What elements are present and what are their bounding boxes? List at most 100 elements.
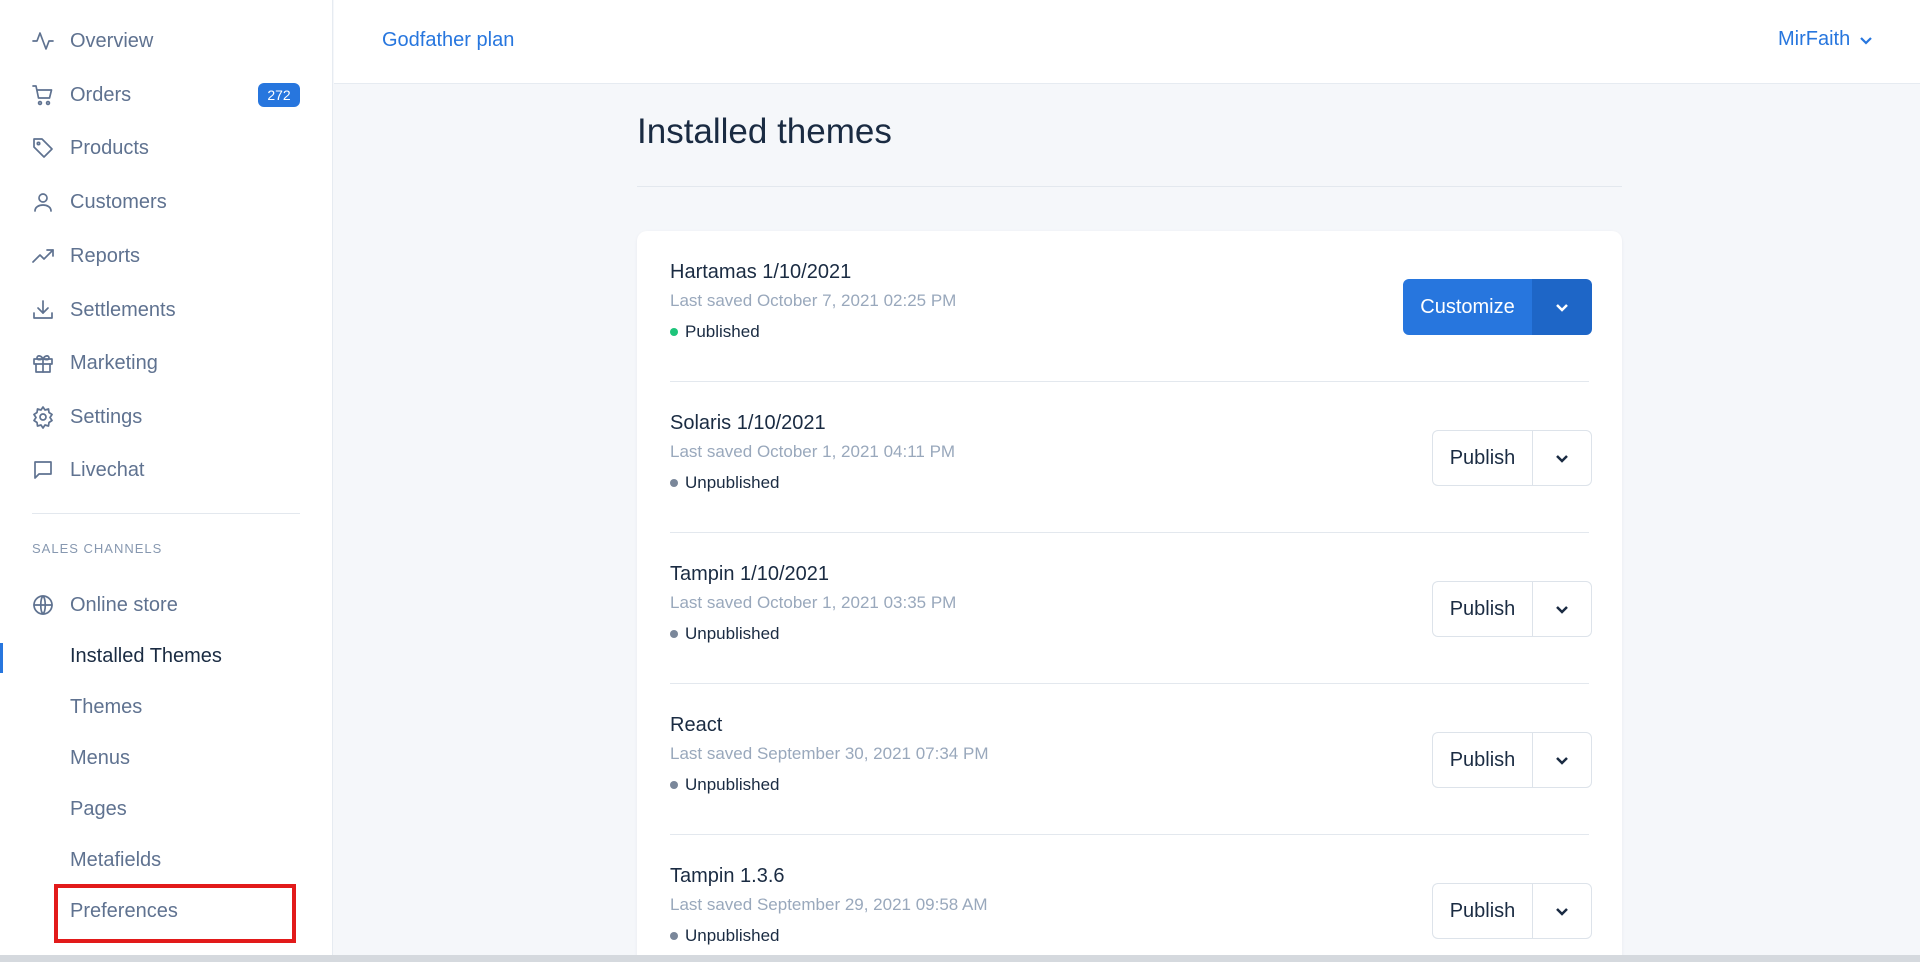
publish-button-group: Publish [1432,732,1592,788]
theme-actions-dropdown[interactable] [1532,581,1592,637]
theme-actions-dropdown[interactable] [1532,732,1592,788]
theme-name: Tampin 1.3.6 [670,865,785,887]
chevron-down-icon [1556,455,1568,463]
publish-button-group: Publish [1432,883,1592,939]
publish-button[interactable]: Publish [1432,732,1532,788]
status-dot [670,630,678,638]
page-title: Installed themes [637,112,892,151]
publish-button-group: Publish [1432,430,1592,486]
window-bottom-edge [0,955,1920,962]
sidebar-item-label: Reports [70,244,141,267]
theme-last-saved: Last saved October 1, 2021 04:11 PM [670,442,956,461]
customize-button-group: Customize [1403,279,1592,335]
status-label: Unpublished [685,775,780,794]
theme-actions-dropdown[interactable] [1532,883,1592,939]
theme-name: Hartamas 1/10/2021 [670,261,852,283]
sidebar-item-label: Orders [70,83,132,106]
sidebar-item-online-store[interactable]: Online store [0,585,333,625]
tag-icon [30,135,56,161]
sidebar-item-settlements[interactable]: Settlements [0,290,333,330]
sidebar-subitem-menus[interactable]: Menus [70,747,130,770]
chevron-down-icon [1860,36,1873,45]
themes-card: Hartamas 1/10/2021 Last saved October 7,… [637,231,1622,962]
theme-row: React Last saved September 30, 2021 07:3… [670,684,1622,835]
sidebar-item-label: Settlements [70,298,176,321]
sidebar-divider [32,513,300,514]
title-divider [637,186,1622,187]
chevron-down-icon [1556,606,1568,614]
sidebar-item-label: Marketing [70,351,158,374]
download-icon [30,297,56,323]
status-label: Unpublished [685,926,780,945]
user-icon [30,189,56,215]
publish-button[interactable]: Publish [1432,883,1532,939]
sidebar-subitem-pages[interactable]: Pages [70,798,127,821]
sidebar-item-label: Products [70,136,149,159]
sidebar-item-reports[interactable]: Reports [0,236,333,276]
plan-link[interactable]: Godfather plan [382,29,514,52]
theme-last-saved: Last saved September 29, 2021 09:58 AM [670,895,988,914]
theme-status: Unpublished [670,775,780,795]
gift-icon [30,350,56,376]
sidebar-item-overview[interactable]: Overview [0,21,333,61]
theme-actions-dropdown[interactable] [1532,279,1592,335]
theme-name: Tampin 1/10/2021 [670,563,830,585]
cart-icon [30,82,56,108]
sidebar-item-label: Settings [70,405,143,428]
sidebar-item-label: Overview [70,29,154,52]
sidebar-item-products[interactable]: Products [0,128,333,168]
sidebar-item-marketing[interactable]: Marketing [0,343,333,383]
user-name: MirFaith [1778,28,1851,50]
status-dot [670,328,678,336]
highlight-box [54,884,296,943]
chevron-down-icon [1556,304,1568,312]
activity-icon [30,28,56,54]
theme-actions-dropdown[interactable] [1532,430,1592,486]
theme-last-saved: Last saved October 1, 2021 03:35 PM [670,593,957,612]
sidebar-item-label: Livechat [70,458,145,481]
status-label: Unpublished [685,473,780,492]
sidebar-subitem-themes[interactable]: Themes [70,696,142,719]
sales-channels-title: SALES CHANNELS [32,541,163,556]
theme-status: Unpublished [670,624,780,644]
sidebar-subitem-installed-themes[interactable]: Installed Themes [70,645,222,668]
sidebar-item-customers[interactable]: Customers [0,182,333,222]
status-dot [670,479,678,487]
user-menu[interactable]: MirFaith [1778,28,1874,51]
active-indicator [0,643,3,673]
theme-name: Solaris 1/10/2021 [670,412,826,434]
sidebar: Overview Orders 272 Products Customers R… [0,0,333,962]
theme-last-saved: Last saved September 30, 2021 07:34 PM [670,744,989,763]
sidebar-subitem-metafields[interactable]: Metafields [70,849,161,872]
theme-row: Hartamas 1/10/2021 Last saved October 7,… [670,231,1622,382]
sidebar-item-orders[interactable]: Orders 272 [0,75,333,115]
theme-status: Published [670,322,760,342]
publish-button-group: Publish [1432,581,1592,637]
theme-row: Tampin 1.3.6 Last saved September 29, 20… [670,835,1622,962]
sidebar-item-livechat[interactable]: Livechat [0,450,333,490]
publish-button[interactable]: Publish [1432,430,1532,486]
orders-count-badge: 272 [258,83,300,107]
publish-button[interactable]: Publish [1432,581,1532,637]
sidebar-item-settings[interactable]: Settings [0,397,333,437]
chevron-down-icon [1556,908,1568,916]
chat-icon [30,457,56,483]
chevron-down-icon [1556,757,1568,765]
theme-row: Tampin 1/10/2021 Last saved October 1, 2… [670,533,1622,684]
status-dot [670,932,678,940]
globe-icon [30,592,56,618]
theme-row: Solaris 1/10/2021 Last saved October 1, … [670,382,1622,533]
theme-status: Unpublished [670,473,780,493]
sidebar-item-label: Customers [70,190,167,213]
sidebar-item-label: Online store [70,593,178,616]
topbar: Godfather plan MirFaith [334,0,1920,84]
theme-status: Unpublished [670,926,780,946]
status-label: Unpublished [685,624,780,643]
gear-icon [30,404,56,430]
status-dot [670,781,678,789]
theme-last-saved: Last saved October 7, 2021 02:25 PM [670,291,957,310]
trending-up-icon [30,243,56,269]
status-label: Published [685,322,760,341]
theme-name: React [670,714,723,736]
customize-button[interactable]: Customize [1403,279,1532,335]
